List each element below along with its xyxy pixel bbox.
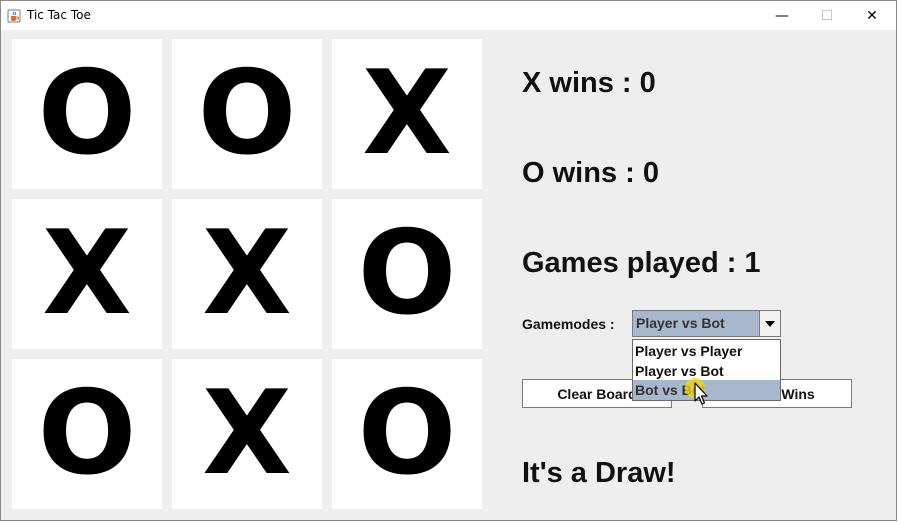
game-status-message: It's a Draw! bbox=[522, 457, 676, 489]
board-cell[interactable]: O bbox=[12, 39, 162, 189]
gamemode-option-player-vs-player[interactable]: Player vs Player bbox=[633, 341, 780, 361]
app-window: Tic Tac Toe — ☐ ✕ O O X X X O O X O X wi… bbox=[0, 0, 897, 521]
chevron-down-icon bbox=[765, 320, 775, 327]
board-cell[interactable]: O bbox=[332, 199, 482, 349]
board-cell[interactable]: X bbox=[172, 359, 322, 509]
gamemodes-label: Gamemodes : bbox=[522, 316, 615, 332]
mouse-pointer-icon bbox=[685, 378, 708, 405]
gamemode-selected-value: Player vs Bot bbox=[636, 315, 725, 331]
board-cell[interactable]: O bbox=[12, 359, 162, 509]
board-cell[interactable]: X bbox=[172, 199, 322, 349]
games-played-label: Games played : 1 bbox=[522, 247, 761, 279]
x-wins-label: X wins : 0 bbox=[522, 67, 656, 99]
title-bar[interactable]: Tic Tac Toe — ☐ ✕ bbox=[1, 1, 896, 30]
game-board: O O X X X O O X O bbox=[12, 39, 482, 509]
o-wins-label: O wins : 0 bbox=[522, 157, 659, 189]
close-icon: ✕ bbox=[866, 7, 878, 24]
minimize-button[interactable]: — bbox=[759, 1, 805, 30]
close-button[interactable]: ✕ bbox=[849, 1, 895, 30]
board-cell[interactable]: O bbox=[172, 39, 322, 189]
minimize-icon: — bbox=[775, 7, 789, 24]
gamemode-select[interactable]: Player vs Bot bbox=[632, 310, 781, 337]
java-cup-icon bbox=[7, 9, 21, 23]
board-cell[interactable]: O bbox=[332, 359, 482, 509]
window-title: Tic Tac Toe bbox=[27, 8, 91, 22]
maximize-button[interactable]: ☐ bbox=[804, 1, 850, 30]
board-cell[interactable]: X bbox=[332, 39, 482, 189]
dropdown-arrow-button[interactable] bbox=[759, 311, 780, 336]
maximize-icon: ☐ bbox=[820, 7, 834, 24]
board-cell[interactable]: X bbox=[12, 199, 162, 349]
